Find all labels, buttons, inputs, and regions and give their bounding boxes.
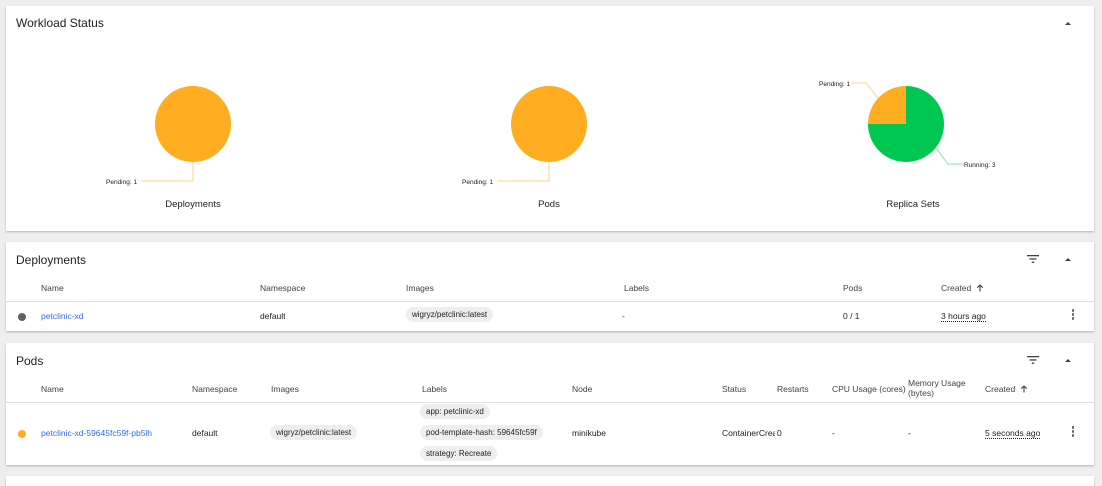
column-header-created[interactable]: Created — [985, 384, 1028, 394]
pod-status: ContainerCreating — [722, 428, 775, 438]
pods-chart-label: Pods — [538, 199, 560, 210]
filter-icon — [1027, 356, 1039, 364]
callout-label-running: Running: 3 — [964, 162, 996, 169]
deployment-name-link[interactable]: petclinic-xd — [41, 311, 84, 321]
callout-line — [497, 162, 550, 182]
callout-label: Pending: 1 — [462, 179, 493, 186]
status-indicator — [18, 430, 26, 438]
collapse-pods-button[interactable] — [1058, 350, 1078, 370]
arrow-up-icon — [976, 284, 983, 292]
pods-title: Pods — [16, 354, 44, 368]
column-header-created-label: Created — [985, 384, 1016, 394]
column-header-labels: Labels — [624, 283, 650, 293]
deployments-chart-label: Deployments — [165, 199, 221, 210]
column-header-memory-line1: Memory Usage — [908, 378, 966, 388]
arrow-up-icon — [1020, 385, 1027, 393]
deployment-namespace: default — [260, 311, 286, 321]
column-header-restarts: Restarts — [777, 384, 809, 394]
callout-line-pending — [852, 82, 879, 99]
column-header-memory: Memory Usage (bytes) — [908, 378, 966, 398]
header-divider — [6, 301, 1094, 302]
filter-icon — [1027, 255, 1039, 263]
column-header-pods: Pods — [843, 283, 863, 293]
column-header-labels: Labels — [422, 384, 448, 394]
collapse-deployments-button[interactable] — [1058, 249, 1078, 269]
pie-slice-pending — [868, 86, 906, 124]
pod-restarts: 0 — [777, 428, 782, 438]
chevron-up-icon — [1065, 257, 1071, 261]
deployment-created: 3 hours ago — [941, 311, 986, 322]
header-divider — [6, 402, 1094, 403]
column-header-created[interactable]: Created — [941, 283, 984, 293]
replica-sets-pie-chart: Pending: 1 Running: 3 — [819, 81, 996, 169]
filter-deployments-button[interactable] — [1023, 249, 1043, 269]
column-header-created-label: Created — [941, 283, 972, 293]
callout-line-running — [935, 147, 964, 165]
chevron-up-icon — [1065, 358, 1071, 362]
label-chip: strategy: Recreate — [420, 446, 498, 461]
pod-cpu: - — [832, 428, 835, 438]
column-header-memory-line2: (bytes) — [908, 388, 934, 398]
status-indicator — [18, 313, 26, 321]
column-header-name[interactable]: Name — [41, 283, 64, 293]
column-header-name[interactable]: Name — [41, 384, 64, 394]
label-chip: pod-template-hash: 59645fc59f — [420, 425, 543, 440]
image-chip: wigryz/petclinic:latest — [270, 425, 358, 440]
deployment-actions-button[interactable] — [1067, 308, 1079, 324]
deployments-card: Deployments Name Namespace Images Labels… — [6, 242, 1094, 331]
column-header-images: Images — [406, 283, 434, 293]
deployments-title: Deployments — [16, 253, 87, 267]
pods-pie-chart: Pending: 1 — [462, 86, 587, 186]
pod-name-link[interactable]: petclinic-xd-59645fc59f-pb5lh — [41, 428, 152, 438]
callout-label-pending: Pending: 1 — [819, 81, 850, 88]
workload-status-card: Workload Status Pending: 1 Deployments P… — [6, 6, 1094, 231]
chevron-up-icon — [1065, 21, 1071, 25]
deployments-pie-chart: Pending: 1 — [106, 86, 231, 186]
column-header-namespace[interactable]: Namespace — [192, 384, 237, 394]
image-chip: wigryz/petclinic:latest — [406, 307, 494, 322]
column-header-node[interactable]: Node — [572, 384, 592, 394]
callout-label: Pending: 1 — [106, 179, 137, 186]
workload-status-title: Workload Status — [16, 16, 104, 30]
pie-slice-pending — [511, 86, 587, 162]
callout-line — [141, 162, 194, 182]
column-header-images: Images — [271, 384, 299, 394]
label-chip: app: petclinic-xd — [420, 404, 490, 419]
pod-actions-button[interactable] — [1067, 425, 1079, 441]
deployment-labels: - — [622, 311, 625, 321]
pod-node: minikube — [572, 428, 607, 438]
collapse-workload-button[interactable] — [1058, 13, 1078, 33]
column-header-namespace[interactable]: Namespace — [260, 283, 305, 293]
pods-card: Pods Name Namespace Images Labels Node S… — [6, 343, 1094, 465]
more-vert-icon — [1067, 426, 1079, 437]
pod-namespace: default — [192, 428, 218, 438]
next-card — [6, 476, 1094, 486]
column-header-status[interactable]: Status — [722, 384, 746, 394]
pie-slice-pending — [155, 86, 231, 162]
pod-memory: - — [908, 428, 911, 438]
more-vert-icon — [1067, 309, 1079, 320]
replica-sets-chart-label: Replica Sets — [886, 199, 940, 210]
deployment-pods: 0 / 1 — [843, 311, 860, 321]
column-header-cpu: CPU Usage (cores) — [832, 384, 906, 394]
filter-pods-button[interactable] — [1023, 350, 1043, 370]
pod-created: 5 seconds ago — [985, 428, 1041, 439]
